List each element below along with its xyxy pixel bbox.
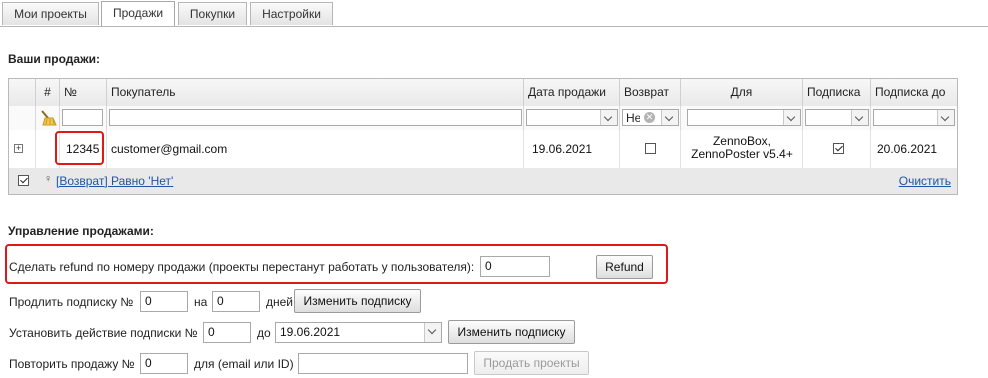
sale-number-highlight: [55, 131, 104, 165]
col-subscription[interactable]: Подписка: [803, 79, 871, 106]
set-number-input[interactable]: 0: [203, 322, 251, 343]
chevron-down-icon: [937, 110, 954, 125]
filter-icon: ♀: [44, 173, 53, 185]
extend-days-label: дней: [266, 295, 294, 309]
active-filter-link[interactable]: [Возврат] Равно 'Нет': [56, 174, 173, 188]
filter-until-select[interactable]: [873, 109, 955, 126]
filter-date-select[interactable]: [526, 109, 618, 126]
tab-my-projects[interactable]: Мои проекты: [2, 2, 99, 25]
filter-refund-value: Не: [626, 111, 640, 125]
repeat-label: Повторить продажу №: [9, 357, 135, 371]
chevron-down-icon: [424, 323, 441, 342]
sale-date: 19.06.2021: [532, 142, 593, 156]
for-products: ZennoBox, ZennoPoster v5.4+: [691, 134, 793, 161]
sell-projects-button[interactable]: Продать проекты: [474, 351, 589, 375]
sales-grid: # № Покупатель Дата продажи Возврат Для …: [8, 78, 958, 195]
chevron-down-icon: [661, 110, 678, 125]
repeat-number-input[interactable]: 0: [140, 353, 188, 374]
chevron-down-icon: [851, 110, 868, 125]
filter-for-select[interactable]: [687, 109, 801, 126]
refund-label: Сделать refund по номеру продажи (проект…: [9, 260, 475, 274]
set-subscription-button[interactable]: Изменить подписку: [448, 320, 575, 344]
tab-sales[interactable]: Продажи: [101, 1, 175, 26]
clear-filter-link[interactable]: Очистить: [899, 174, 951, 188]
filter-subscription-select[interactable]: [805, 109, 869, 126]
buyer-email: customer@gmail.com: [111, 142, 228, 156]
grid-header: # № Покупатель Дата продажи Возврат Для …: [9, 79, 957, 107]
set-label: Установить действие подписки №: [9, 326, 198, 340]
extend-subscription-button[interactable]: Изменить подписку: [294, 289, 421, 313]
col-hash[interactable]: #: [36, 79, 60, 106]
filter-status-bar: ♀ [Возврат] Равно 'Нет' Очистить: [9, 168, 957, 194]
filter-row: Не ✕: [9, 106, 957, 131]
col-subscription-until[interactable]: Подписка до: [871, 79, 957, 106]
extend-label: Продлить подписку №: [9, 295, 134, 309]
subscription-checkbox: [833, 143, 844, 154]
chevron-down-icon: [600, 110, 617, 125]
tab-bar: Мои проекты Продажи Покупки Настройки: [0, 0, 988, 27]
extend-days-input[interactable]: 0: [212, 291, 260, 312]
broom-icon: [41, 110, 57, 126]
col-number[interactable]: №: [60, 79, 107, 106]
tab-settings[interactable]: Настройки: [250, 2, 333, 25]
extend-number-input[interactable]: 0: [140, 291, 188, 312]
sales-heading: Ваши продажи:: [8, 52, 100, 66]
extend-on-label: на: [194, 295, 208, 309]
repeat-target-input[interactable]: [298, 353, 468, 374]
clear-icon[interactable]: ✕: [644, 112, 655, 123]
col-buyer[interactable]: Покупатель: [107, 79, 524, 106]
refund-number-input[interactable]: 0: [480, 256, 550, 277]
filter-buyer-input[interactable]: [109, 109, 522, 126]
col-expand: [9, 79, 36, 106]
repeat-for-label: для (email или ID): [194, 357, 294, 371]
expand-icon[interactable]: +: [14, 144, 23, 153]
col-for[interactable]: Для: [681, 79, 803, 106]
col-sale-date[interactable]: Дата продажи: [524, 79, 620, 106]
table-row[interactable]: + 12345 customer@gmail.com 19.06.2021 Ze…: [9, 130, 957, 169]
col-refund[interactable]: Возврат: [620, 79, 681, 106]
subscription-until: 20.06.2021: [877, 142, 938, 156]
set-until-label: до: [257, 326, 271, 340]
set-date-select[interactable]: 19.06.2021: [275, 322, 442, 343]
chevron-down-icon: [783, 110, 800, 125]
tab-purchases[interactable]: Покупки: [178, 2, 247, 25]
clear-filter-broom[interactable]: [36, 106, 60, 130]
refund-button[interactable]: Refund: [596, 255, 653, 279]
filter-number-input[interactable]: [62, 109, 103, 126]
refund-checkbox: [645, 143, 656, 154]
filter-enabled-checkbox[interactable]: [18, 175, 29, 186]
filter-refund-select[interactable]: Не ✕: [622, 109, 679, 126]
management-heading: Управление продажами:: [8, 224, 154, 238]
